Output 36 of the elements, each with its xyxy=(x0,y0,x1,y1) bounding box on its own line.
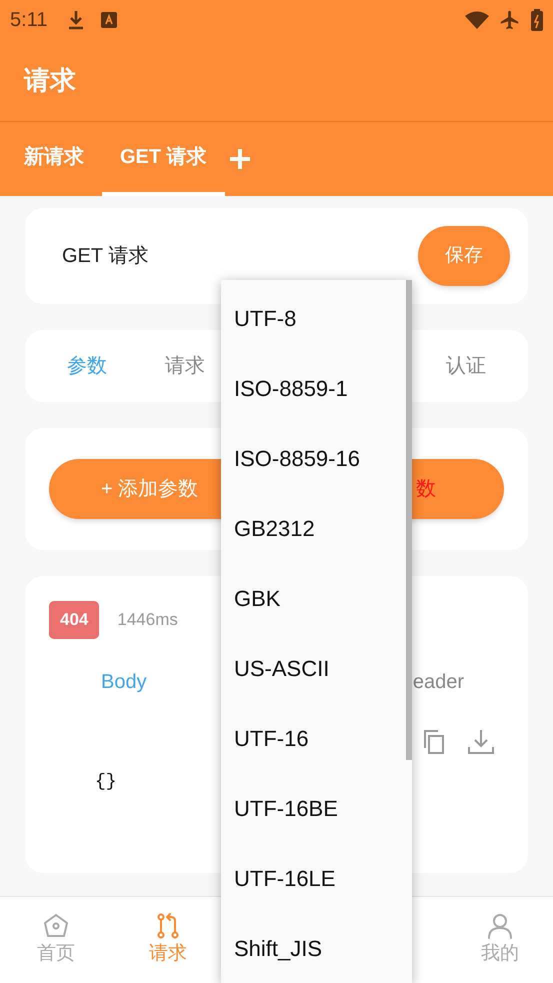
status-badge: 404 xyxy=(49,601,100,638)
menu-item[interactable]: UTF-8 xyxy=(221,283,406,353)
home-icon xyxy=(42,912,70,940)
request-name: GET 请求 xyxy=(62,244,150,269)
request-tab[interactable]: GET 请求 xyxy=(102,122,225,196)
section-tab[interactable]: 认证 xyxy=(446,351,486,381)
battery-icon xyxy=(531,9,543,31)
menu-item[interactable]: UTF-16LE xyxy=(221,843,406,913)
app-title: 请求 xyxy=(24,64,76,97)
nav-item[interactable]: 首页 xyxy=(37,912,75,968)
menu-item[interactable]: Shift_JIS xyxy=(221,913,406,983)
keyboard-icon xyxy=(101,12,118,28)
menu-item[interactable]: US-ASCII xyxy=(221,633,406,703)
response-time: 1446ms xyxy=(117,609,178,631)
download-icon xyxy=(67,10,86,30)
request-tab[interactable]: 新请求 xyxy=(6,122,102,196)
nav-item[interactable]: 我的 xyxy=(481,912,519,968)
menu-item[interactable]: UTF-16 xyxy=(221,703,406,773)
save-button[interactable]: 保存 xyxy=(418,226,510,286)
section-tab[interactable]: 参数 xyxy=(67,351,107,381)
wifi-icon xyxy=(465,11,489,29)
scroll-thumb[interactable] xyxy=(406,280,412,760)
person-icon xyxy=(486,912,514,940)
response-body: {} xyxy=(94,770,118,794)
response-tab[interactable]: Body xyxy=(101,666,147,696)
response-tab[interactable]: eader xyxy=(412,666,464,696)
copy-icon[interactable] xyxy=(422,728,446,754)
menu-item[interactable]: GBK xyxy=(221,563,406,633)
menu-item[interactable]: UTF-16BE xyxy=(221,773,406,843)
airplane-icon xyxy=(499,9,521,31)
download-icon[interactable] xyxy=(468,728,494,754)
nav-item[interactable]: 请求 xyxy=(149,912,187,968)
menu-item[interactable]: ISO-8859-1 xyxy=(221,353,406,423)
section-tab[interactable]: 请求 xyxy=(165,351,205,381)
status-time: 5:11 xyxy=(10,8,48,33)
add-tab-icon[interactable] xyxy=(228,148,251,170)
